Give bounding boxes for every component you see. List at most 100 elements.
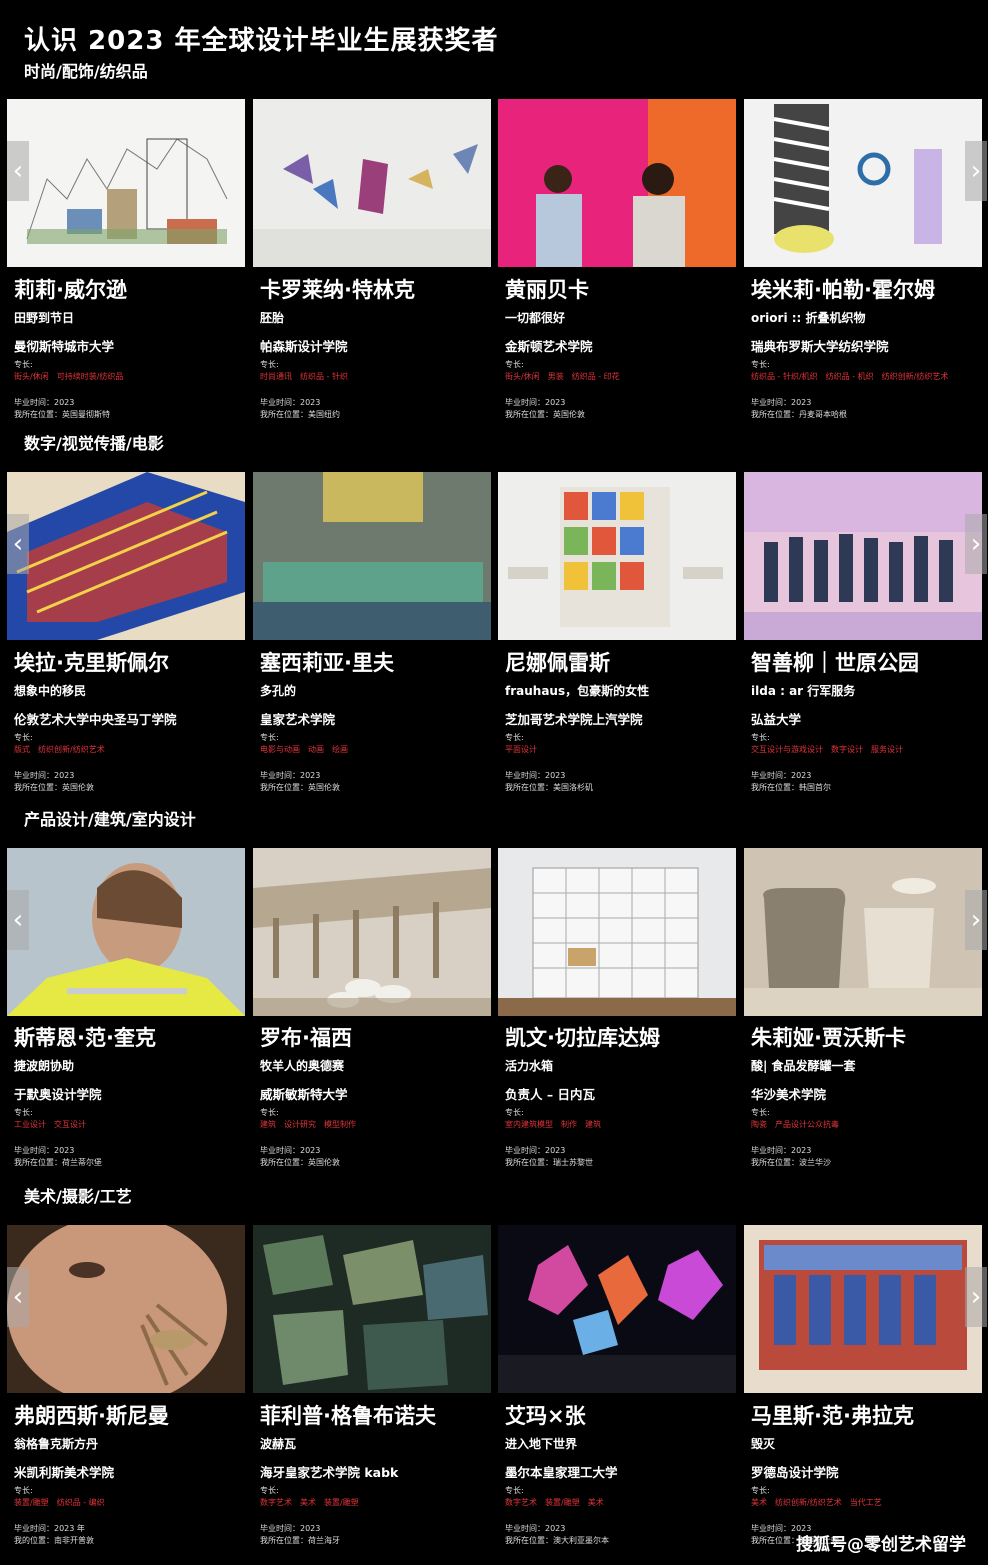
- specialty-tag[interactable]: 可持续时装/纺织品: [57, 372, 124, 381]
- winner-name[interactable]: 埃拉·克里斯佩尔: [14, 647, 254, 677]
- winner-name[interactable]: 智善柳｜世原公园: [751, 647, 988, 677]
- card-image[interactable]: [744, 1225, 982, 1393]
- specialty-tag[interactable]: 数字设计: [831, 745, 863, 754]
- specialty-tag[interactable]: 装置/雕塑: [324, 1498, 359, 1507]
- winner-name[interactable]: 莉莉·威尔逊: [14, 274, 254, 304]
- specialty-tag[interactable]: 制作: [561, 1120, 577, 1129]
- winner-name[interactable]: 黄丽贝卡: [505, 274, 745, 304]
- specialty-tag[interactable]: 街头/休闲: [14, 372, 49, 381]
- card-image[interactable]: [498, 1225, 736, 1393]
- specialty-tag[interactable]: 室内建筑模型: [505, 1120, 553, 1129]
- specialty-tag[interactable]: 平面设计: [505, 745, 537, 754]
- card-image[interactable]: [7, 99, 245, 267]
- card-image[interactable]: [498, 99, 736, 267]
- specialty-tag[interactable]: 男装: [548, 372, 564, 381]
- specialty-tag[interactable]: 陶瓷: [751, 1120, 767, 1129]
- carousel-prev-button[interactable]: ‹: [7, 890, 29, 950]
- specialty-tag[interactable]: 纺织品 - 印花: [572, 372, 620, 381]
- card-image[interactable]: [253, 99, 491, 267]
- winner-name[interactable]: 马里斯·范·弗拉克: [751, 1400, 988, 1430]
- carousel-next-button[interactable]: ›: [965, 141, 987, 201]
- graduation-year: 毕业时间：2023: [505, 771, 566, 780]
- card-image[interactable]: [7, 472, 245, 640]
- specialty-tag[interactable]: 纺织品 - 编织: [57, 1498, 105, 1507]
- school-name: 曼彻斯特城市大学: [14, 339, 115, 354]
- carousel-next-button[interactable]: ›: [965, 890, 987, 950]
- card-image[interactable]: [253, 848, 491, 1016]
- specialty-tag[interactable]: 建筑: [585, 1120, 601, 1129]
- card-image[interactable]: [7, 1225, 245, 1393]
- card-image[interactable]: [498, 848, 736, 1016]
- specialty-tag[interactable]: 数字艺术: [505, 1498, 537, 1507]
- card-image[interactable]: [744, 848, 982, 1016]
- specialty-tag[interactable]: 动画: [308, 745, 324, 754]
- winner-name[interactable]: 凯文·切拉库达姆: [505, 1022, 745, 1052]
- winner-name[interactable]: 朱莉娅·贾沃斯卡: [751, 1022, 988, 1052]
- graduation-year: 毕业时间：2023: [751, 398, 812, 407]
- specialty-tag[interactable]: 装置/雕塑: [545, 1498, 580, 1507]
- specialty-tag[interactable]: 纺织创新/纺织艺术: [882, 372, 949, 381]
- graduation-year: 毕业时间：2023 年: [14, 1524, 85, 1533]
- winner-name[interactable]: 埃米莉·帕勒·霍尔姆: [751, 274, 988, 304]
- card-image[interactable]: [253, 1225, 491, 1393]
- winner-name[interactable]: 罗布·福西: [260, 1022, 500, 1052]
- card-image[interactable]: [498, 472, 736, 640]
- tapestry-ruins-image: [744, 1225, 982, 1393]
- specialty-tag[interactable]: 服务设计: [871, 745, 903, 754]
- specialty-tag[interactable]: 街头/休闲: [505, 372, 540, 381]
- winner-name[interactable]: 斯蒂恩·范·奎克: [14, 1022, 254, 1052]
- specialty-tags: 街头/休闲 男装 纺织品 - 印花: [505, 371, 745, 382]
- specialty-tag[interactable]: 纺织品 - 针织: [300, 372, 348, 381]
- card-info: 黄丽贝卡 一切都很好 金斯顿艺术学院 专长: 街头/休闲 男装 纺织品 - 印花 毕…: [505, 274, 745, 420]
- specialty-tag[interactable]: 工业设计: [14, 1120, 46, 1129]
- specialty-tag[interactable]: 时尚通讯: [260, 372, 292, 381]
- woven-tapestry-image: [7, 472, 245, 640]
- carousel-prev-button[interactable]: ‹: [7, 1267, 29, 1327]
- specialty-tag[interactable]: 美术: [588, 1498, 604, 1507]
- winner-name[interactable]: 弗朗西斯·斯尼曼: [14, 1400, 254, 1430]
- location: 我所在位置：英国伦敦: [14, 783, 94, 792]
- specialty-tag[interactable]: 数字艺术: [260, 1498, 292, 1507]
- specialty-tag[interactable]: 纺织创新/纺织艺术: [775, 1498, 842, 1507]
- project-title: 牧羊人的奥德赛: [260, 1059, 345, 1073]
- carousel-prev-button[interactable]: ‹: [7, 514, 29, 574]
- card-image[interactable]: [7, 848, 245, 1016]
- winner-name[interactable]: 卡罗莱纳·特林克: [260, 274, 500, 304]
- carousel-digital: ‹ ›: [7, 472, 987, 640]
- specialty-tag[interactable]: 电影与动画: [260, 745, 300, 754]
- winner-name[interactable]: 菲利普·格鲁布诺夫: [260, 1400, 500, 1430]
- winner-name[interactable]: 尼娜佩雷斯: [505, 647, 745, 677]
- specialty-tag[interactable]: 交互设计: [54, 1120, 86, 1129]
- specialty-tag[interactable]: 纺织品 - 针织/机织: [751, 372, 818, 381]
- school-name: 于默奥设计学院: [14, 1087, 102, 1102]
- specialty-tag[interactable]: 装置/雕塑: [14, 1498, 49, 1507]
- specialty-tag[interactable]: 绘画: [332, 745, 348, 754]
- card-image[interactable]: [744, 99, 982, 267]
- specialty-label: 专长:: [751, 360, 770, 369]
- ceramic-jars-image: [744, 848, 982, 1016]
- specialty-tag[interactable]: 美术: [751, 1498, 767, 1507]
- specialty-tag[interactable]: 纺织创新/纺织艺术: [38, 745, 105, 754]
- winner-name[interactable]: 塞西莉亚·里夫: [260, 647, 500, 677]
- specialty-tag[interactable]: 建筑: [260, 1120, 276, 1129]
- specialty-tag[interactable]: 美术: [300, 1498, 316, 1507]
- card-image[interactable]: [744, 472, 982, 640]
- carousel-next-button[interactable]: ›: [965, 1267, 987, 1327]
- specialty-tag[interactable]: 产品设计公众抗毒: [775, 1120, 839, 1129]
- carousel-next-button[interactable]: ›: [965, 514, 987, 574]
- specialty-tag[interactable]: 版式: [14, 745, 30, 754]
- card-image[interactable]: [253, 472, 491, 640]
- project-title: 胚胎: [260, 311, 285, 325]
- school-name: 米凯利斯美术学院: [14, 1465, 115, 1480]
- specialty-tag[interactable]: 纺织品 - 机织: [826, 372, 874, 381]
- carousel-prev-button[interactable]: ‹: [7, 141, 29, 201]
- specialty-tag[interactable]: 交互设计与游戏设计: [751, 745, 823, 754]
- section-title-digital: 数字/视觉传播/电影: [24, 434, 164, 453]
- specialty-tag[interactable]: 当代工艺: [850, 1498, 882, 1507]
- location: 我所在位置：波兰华沙: [751, 1158, 831, 1167]
- specialty-label: 专长:: [260, 733, 279, 742]
- winner-name[interactable]: 艾玛×张: [505, 1400, 745, 1430]
- specialty-tag[interactable]: 设计研究: [284, 1120, 316, 1129]
- specialty-tag[interactable]: 模型制作: [324, 1120, 356, 1129]
- project-title: frauhaus，包豪斯的女性: [505, 684, 650, 698]
